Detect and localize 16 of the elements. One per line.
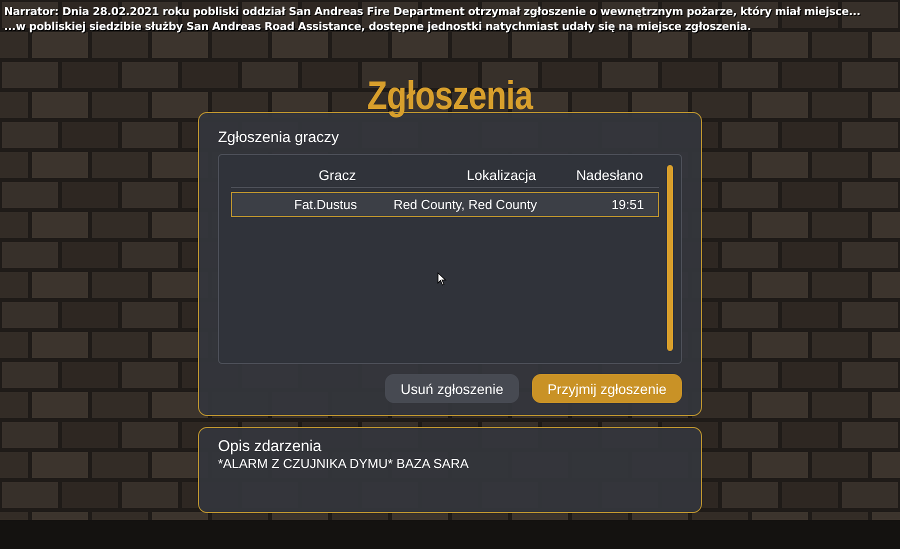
table-cell-text: Fat.Dustus bbox=[293, 197, 357, 212]
column-header: Lokalizacja bbox=[466, 167, 536, 183]
narrator-text: Narrator: Dnia 28.02.2021 roku pobliski oddział San Andreas Fire Department otrzymał zgłoszenie o wewnętrznym pożarze, który miał miejsce... bbox=[4, 4, 862, 19]
table-cell-text: Red County, Red County bbox=[392, 197, 537, 212]
page-title: Zgłoszenia bbox=[367, 74, 533, 118]
panel-heading: Zgłoszenia graczy bbox=[218, 129, 340, 146]
column-header: Gracz bbox=[318, 167, 356, 183]
delete-button[interactable]: Usuń zgłoszenie bbox=[385, 374, 519, 403]
report-row[interactable]: Fat.Dustus Red County, Red County 19:51 bbox=[231, 192, 659, 217]
column-header: Nadesłano bbox=[575, 167, 643, 183]
table-cell-text: 19:51 bbox=[610, 197, 644, 212]
mouse-cursor-icon bbox=[437, 272, 447, 286]
panel-heading: Opis zdarzenia bbox=[218, 438, 322, 456]
narrator-text: ...w pobliskiej siedzibie służby San Andreas Road Assistance, dostępne jednostki natychmiast udały się na miejsce zgłoszenia. bbox=[4, 19, 752, 34]
scrollbar[interactable] bbox=[667, 165, 673, 351]
description-text: *ALARM Z CZUJNIKA DYMU* BAZA SARA bbox=[218, 456, 470, 471]
